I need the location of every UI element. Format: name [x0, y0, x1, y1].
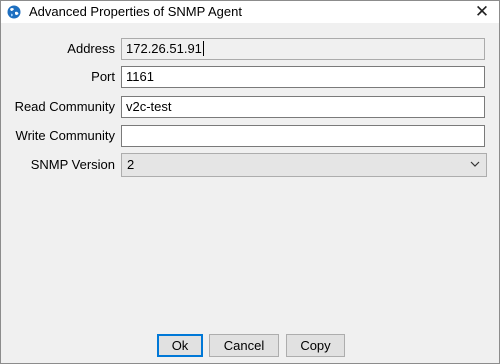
chevron-down-icon — [470, 161, 480, 167]
close-button[interactable]: ✕ — [471, 2, 493, 22]
close-icon: ✕ — [474, 2, 490, 21]
cancel-button[interactable]: Cancel — [209, 334, 279, 357]
port-label: Port — [91, 69, 115, 84]
globe-icon — [7, 5, 21, 19]
text-caret — [202, 41, 204, 56]
write-community-label: Write Community — [15, 128, 115, 143]
ok-button[interactable]: Ok — [157, 334, 203, 357]
window-title: Advanced Properties of SNMP Agent — [29, 4, 242, 19]
address-value: 172.26.51.91 — [126, 41, 202, 56]
snmp-version-value: 2 — [127, 157, 135, 172]
port-field[interactable]: 1161 — [121, 66, 485, 88]
dialog-window: Advanced Properties of SNMP Agent ✕ Addr… — [0, 0, 500, 364]
snmp-version-select[interactable]: 2 — [121, 153, 487, 177]
read-community-field[interactable]: v2c-test — [121, 96, 485, 118]
copy-button[interactable]: Copy — [286, 334, 345, 357]
snmp-version-label: SNMP Version — [30, 157, 115, 172]
write-community-field[interactable] — [121, 125, 485, 147]
title-bar[interactable]: Advanced Properties of SNMP Agent ✕ — [1, 1, 499, 23]
address-field[interactable]: 172.26.51.91 — [121, 38, 485, 60]
read-community-label: Read Community — [14, 99, 115, 114]
address-label: Address — [67, 41, 115, 56]
